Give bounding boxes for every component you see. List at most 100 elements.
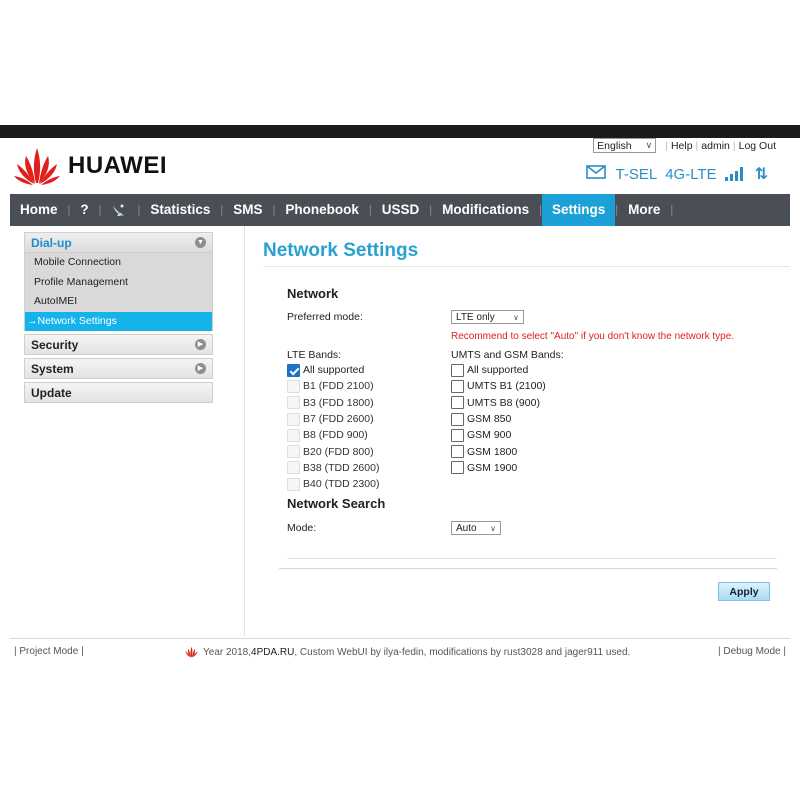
sidebar-item-network-settings[interactable]: →Network Settings [25, 311, 212, 331]
form-divider [287, 558, 777, 559]
chevron-down-icon: ∨ [490, 523, 496, 533]
chevron-down-icon: ∨ [645, 140, 653, 150]
nav-settings[interactable]: Settings [541, 194, 616, 226]
nav-sms[interactable]: SMS [223, 194, 272, 226]
checkbox-icon[interactable] [451, 396, 464, 410]
apply-button[interactable]: Apply [718, 582, 770, 601]
language-select[interactable]: English ∨ [593, 138, 657, 153]
window-top-bar [0, 125, 800, 138]
checkbox-icon[interactable] [451, 363, 464, 377]
checkbox-label: All supported [303, 364, 365, 377]
satellite-dish-icon [113, 204, 125, 217]
umts-bands-label: UMTS and GSM Bands: [451, 349, 564, 361]
preferred-mode-select[interactable]: LTE only ∨ [451, 310, 524, 324]
checkbox-icon[interactable] [451, 445, 464, 459]
lte-band-checkbox[interactable]: B40 (TDD 2300) [287, 476, 379, 492]
help-link[interactable]: Help [671, 140, 693, 152]
sidebar-group-security[interactable]: Security ▶ [24, 334, 213, 355]
sidebar-group-label: Dial-up [31, 235, 72, 250]
content-divider [244, 226, 245, 636]
network-section-title: Network [287, 286, 339, 301]
nav-modifications[interactable]: Modifications [432, 194, 539, 226]
checkbox-icon[interactable] [451, 428, 464, 442]
umts-band-checkbox[interactable]: All supported [451, 362, 546, 378]
sidebar-group-label: Update [31, 385, 72, 400]
lte-bands-list: All supported B1 (FDD 2100) B3 (FDD 1800… [287, 362, 379, 492]
expand-icon: ▶ [195, 363, 206, 374]
checkbox-icon[interactable] [451, 412, 464, 426]
lte-band-checkbox[interactable]: B8 (FDD 900) [287, 427, 379, 443]
page-title: Network Settings [263, 240, 419, 261]
chevron-down-icon: ∨ [513, 312, 519, 322]
nav-home[interactable]: Home [10, 194, 68, 226]
main-nav: Home | ? | | Statistics | SMS | Phoneboo… [10, 194, 790, 226]
debug-mode-link[interactable]: | Debug Mode | [718, 646, 786, 657]
sidebar-group-update[interactable]: Update [24, 382, 213, 403]
mode-label: Mode: [287, 522, 317, 534]
nav-phonebook[interactable]: Phonebook [275, 194, 369, 226]
checkbox-label: GSM 1900 [467, 461, 518, 474]
checkbox-icon[interactable] [287, 428, 300, 442]
mail-icon[interactable] [585, 165, 606, 183]
footer-site-link[interactable]: 4PDA.RU [251, 647, 294, 658]
nav-ussd[interactable]: USSD [372, 194, 430, 226]
checkbox-icon[interactable] [287, 445, 300, 459]
lte-band-checkbox[interactable]: B20 (FDD 800) [287, 443, 379, 459]
lte-band-checkbox[interactable]: B7 (FDD 2600) [287, 411, 379, 427]
logout-link[interactable]: Log Out [739, 140, 776, 152]
gsm-band-checkbox[interactable]: GSM 1900 [451, 460, 546, 476]
checkbox-checked-icon[interactable] [287, 363, 300, 377]
data-transfer-icon: ⇅ [754, 166, 768, 183]
lte-band-checkbox[interactable]: B1 (FDD 2100) [287, 378, 379, 394]
sidebar-item-autoimei[interactable]: AutoIMEI [25, 292, 212, 312]
sidebar-item-mobile-connection[interactable]: Mobile Connection [25, 253, 212, 273]
warning-text: Recommend to select "Auto" if you don't … [451, 331, 735, 342]
operator-name: T-SEL [615, 165, 658, 183]
checkbox-label: B1 (FDD 2100) [303, 380, 374, 393]
project-mode-label: Project Mode [19, 646, 79, 657]
expand-icon: ▶ [195, 339, 206, 350]
lte-band-checkbox[interactable]: B38 (TDD 2600) [287, 460, 379, 476]
network-search-section-title: Network Search [287, 496, 386, 511]
checkbox-label: GSM 1800 [467, 445, 518, 458]
gsm-band-checkbox[interactable]: GSM 900 [451, 427, 546, 443]
nav-separator: | [670, 204, 674, 216]
nav-help[interactable]: ? [70, 194, 98, 226]
gsm-band-checkbox[interactable]: GSM 1800 [451, 443, 546, 459]
checkbox-label: GSM 850 [467, 413, 512, 426]
separator: | [665, 139, 668, 152]
sidebar-group-system[interactable]: System ▶ [24, 358, 213, 379]
lte-bands-label: LTE Bands: [287, 349, 342, 361]
huawei-logo: HUAWEI [14, 146, 167, 186]
nav-statistics[interactable]: Statistics [140, 194, 220, 226]
umts-band-checkbox[interactable]: UMTS B8 (900) [451, 395, 546, 411]
sidebar-group-dialup[interactable]: Dial-up ▼ [24, 232, 213, 253]
checkbox-icon[interactable] [287, 477, 300, 491]
content-area: Dial-up ▼ Mobile Connection Profile Mana… [10, 226, 790, 638]
nav-more[interactable]: More [618, 194, 670, 226]
admin-link[interactable]: admin [701, 140, 730, 152]
huawei-flower-icon [185, 646, 198, 658]
footer-credits: Year 2018, 4PDA.RU, Custom WebUI by ilya… [184, 646, 630, 658]
checkbox-icon[interactable] [287, 396, 300, 410]
project-mode-link[interactable]: | Project Mode | [14, 646, 84, 657]
sidebar-group-label: Security [31, 337, 79, 352]
checkbox-icon[interactable] [287, 412, 300, 426]
checkbox-icon[interactable] [287, 461, 300, 475]
gsm-band-checkbox[interactable]: GSM 850 [451, 411, 546, 427]
lte-band-checkbox[interactable]: All supported [287, 362, 379, 378]
checkbox-icon[interactable] [287, 379, 300, 393]
checkbox-icon[interactable] [451, 461, 464, 475]
dialup-submenu: Mobile Connection Profile Management Aut… [24, 253, 213, 331]
checkbox-icon[interactable] [451, 379, 464, 393]
umts-bands-list: All supported UMTS B1 (2100) UMTS B8 (90… [451, 362, 546, 476]
sidebar-group-label: System [31, 361, 74, 376]
search-mode-select[interactable]: Auto ∨ [451, 521, 501, 535]
umts-band-checkbox[interactable]: UMTS B1 (2100) [451, 378, 546, 394]
lte-band-checkbox[interactable]: B3 (FDD 1800) [287, 395, 379, 411]
nav-satellite[interactable] [101, 194, 137, 226]
language-value: English [597, 139, 632, 152]
checkbox-label: B3 (FDD 1800) [303, 396, 374, 409]
sidebar: Dial-up ▼ Mobile Connection Profile Mana… [24, 232, 213, 406]
sidebar-item-profile-management[interactable]: Profile Management [25, 273, 212, 293]
